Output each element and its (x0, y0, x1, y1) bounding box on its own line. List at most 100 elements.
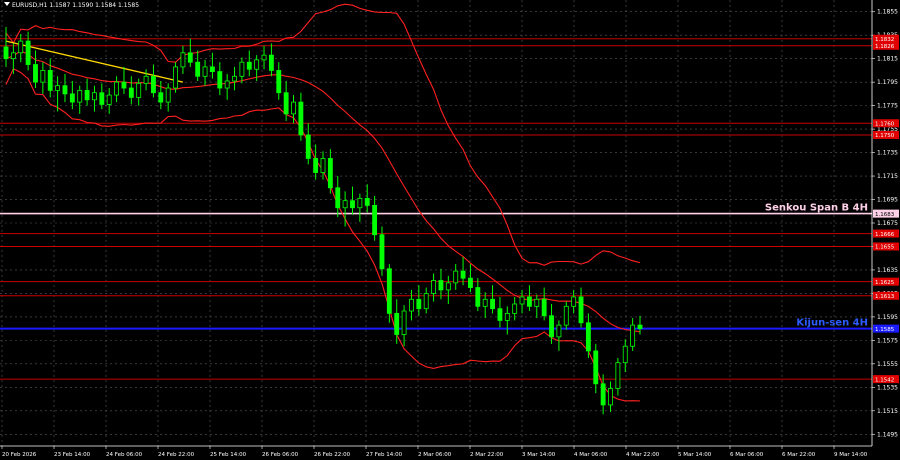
candle-body (217, 71, 223, 89)
candle-body (55, 85, 61, 91)
y-tick-label: 1.1735 (877, 150, 898, 157)
candle-body (482, 298, 488, 307)
candle-body (549, 315, 554, 338)
x-tick-label: 26 Feb 22:00 (314, 452, 351, 458)
candle-body (534, 298, 540, 307)
candle-body (232, 75, 237, 82)
x-tick-label: 3 Mar 14:00 (522, 452, 556, 458)
candle-body (121, 81, 127, 89)
candle-body (261, 54, 267, 61)
candle-body (40, 70, 46, 83)
candle-body (268, 54, 274, 71)
level-price-label: 1.1655 (875, 245, 895, 251)
level-price-label: 1.1542 (875, 377, 894, 383)
chart-title: EURUSD,H1 1.1587 1.1590 1.1584 1.1585 (4, 2, 139, 9)
candle-body (151, 75, 156, 94)
y-tick-label: 1.1635 (877, 267, 898, 274)
y-tick-label: 1.1495 (877, 431, 898, 438)
candle-body (291, 101, 296, 115)
candle-body (431, 280, 437, 294)
y-tick-label: 1.1555 (877, 361, 898, 368)
candle-body (25, 40, 31, 65)
candle-body (497, 308, 503, 321)
candle-body (460, 270, 466, 279)
y-tick-label: 1.1675 (877, 220, 898, 227)
y-tick-label: 1.1575 (877, 337, 898, 344)
candle-body (69, 93, 75, 103)
candle-body (364, 197, 370, 206)
candle-body (453, 270, 459, 284)
y-tick-label: 1.1775 (877, 103, 898, 110)
candle-body (335, 187, 341, 209)
level-price-label: 1.1585 (875, 327, 895, 333)
x-tick-label: 27 Feb 14:00 (366, 452, 403, 458)
candle-body (239, 61, 245, 77)
candle-body (622, 345, 628, 364)
candle-body (490, 298, 495, 310)
candle-body (187, 52, 193, 63)
candle-body (320, 158, 326, 173)
y-tick-label: 1.1795 (877, 79, 898, 86)
candle-body (593, 350, 599, 385)
price-chart[interactable]: Senkou Span B 4HKijun-sen 4H 1.18551.183… (0, 0, 900, 460)
candle-body (180, 52, 186, 68)
candle-body (630, 324, 636, 347)
x-tick-label: 4 Mar 22:00 (626, 452, 660, 458)
x-tick-label: 2 Mar 22:00 (470, 452, 504, 458)
x-tick-label: 5 Mar 14:00 (678, 452, 712, 458)
x-tick-label: 6 Mar 06:00 (730, 452, 764, 458)
candle-body (33, 64, 38, 83)
candle-body (615, 362, 621, 389)
y-tick-label: 1.1515 (877, 408, 898, 415)
candle-body (92, 92, 97, 101)
candle-body (165, 87, 171, 103)
candle-body (372, 204, 378, 236)
x-tick-label: 2 Mar 06:00 (418, 452, 452, 458)
candle-body (585, 322, 591, 352)
candle-body (84, 89, 90, 101)
candle-body (608, 388, 613, 406)
candle-body (357, 197, 363, 209)
candle-body (298, 101, 304, 136)
candle-body (99, 92, 105, 105)
x-tick-label: 4 Mar 06:00 (574, 452, 608, 458)
candle-body (468, 277, 473, 288)
level-price-label: 1.1760 (875, 121, 895, 127)
candle-body (409, 298, 414, 312)
candle-body (637, 324, 643, 330)
x-tick-label: 23 Feb 14:00 (54, 452, 91, 458)
y-tick-label: 1.1595 (877, 314, 898, 321)
candle-body (128, 87, 134, 98)
candle-body (379, 234, 385, 270)
candle-body (158, 92, 164, 103)
candle-body (350, 200, 355, 209)
x-tick-label: 6 Mar 22:00 (782, 452, 816, 458)
x-tick-label: 24 Feb 22:00 (158, 452, 195, 458)
candle-body (10, 52, 16, 60)
candle-body (556, 324, 562, 338)
x-tick-label: 26 Feb 06:00 (262, 452, 299, 458)
level-price-label: 1.1683 (875, 212, 895, 218)
candle-body (342, 200, 348, 209)
candle-body (209, 66, 215, 72)
candle-body (3, 46, 9, 60)
candle-body (475, 287, 481, 307)
candle-body (114, 81, 120, 96)
candle-body (276, 70, 282, 94)
y-tick-label: 1.1715 (877, 173, 898, 180)
candle-body (246, 61, 252, 70)
candle-body (423, 293, 429, 310)
candle-body (571, 296, 577, 307)
candle-body (504, 312, 510, 321)
candle-body (600, 383, 606, 406)
candle-body (47, 70, 53, 91)
level-price-label: 1.1613 (875, 294, 895, 300)
candle-body (541, 298, 547, 317)
x-tick-label: 9 Mar 14:00 (834, 452, 868, 458)
level-price-label: 1.1826 (875, 44, 895, 50)
dropdown-triangle-icon[interactable] (4, 2, 10, 6)
y-tick-label: 1.1535 (877, 384, 898, 391)
level-price-label: 1.1750 (875, 133, 895, 139)
candle-body (401, 310, 407, 335)
candle-body (173, 66, 178, 89)
